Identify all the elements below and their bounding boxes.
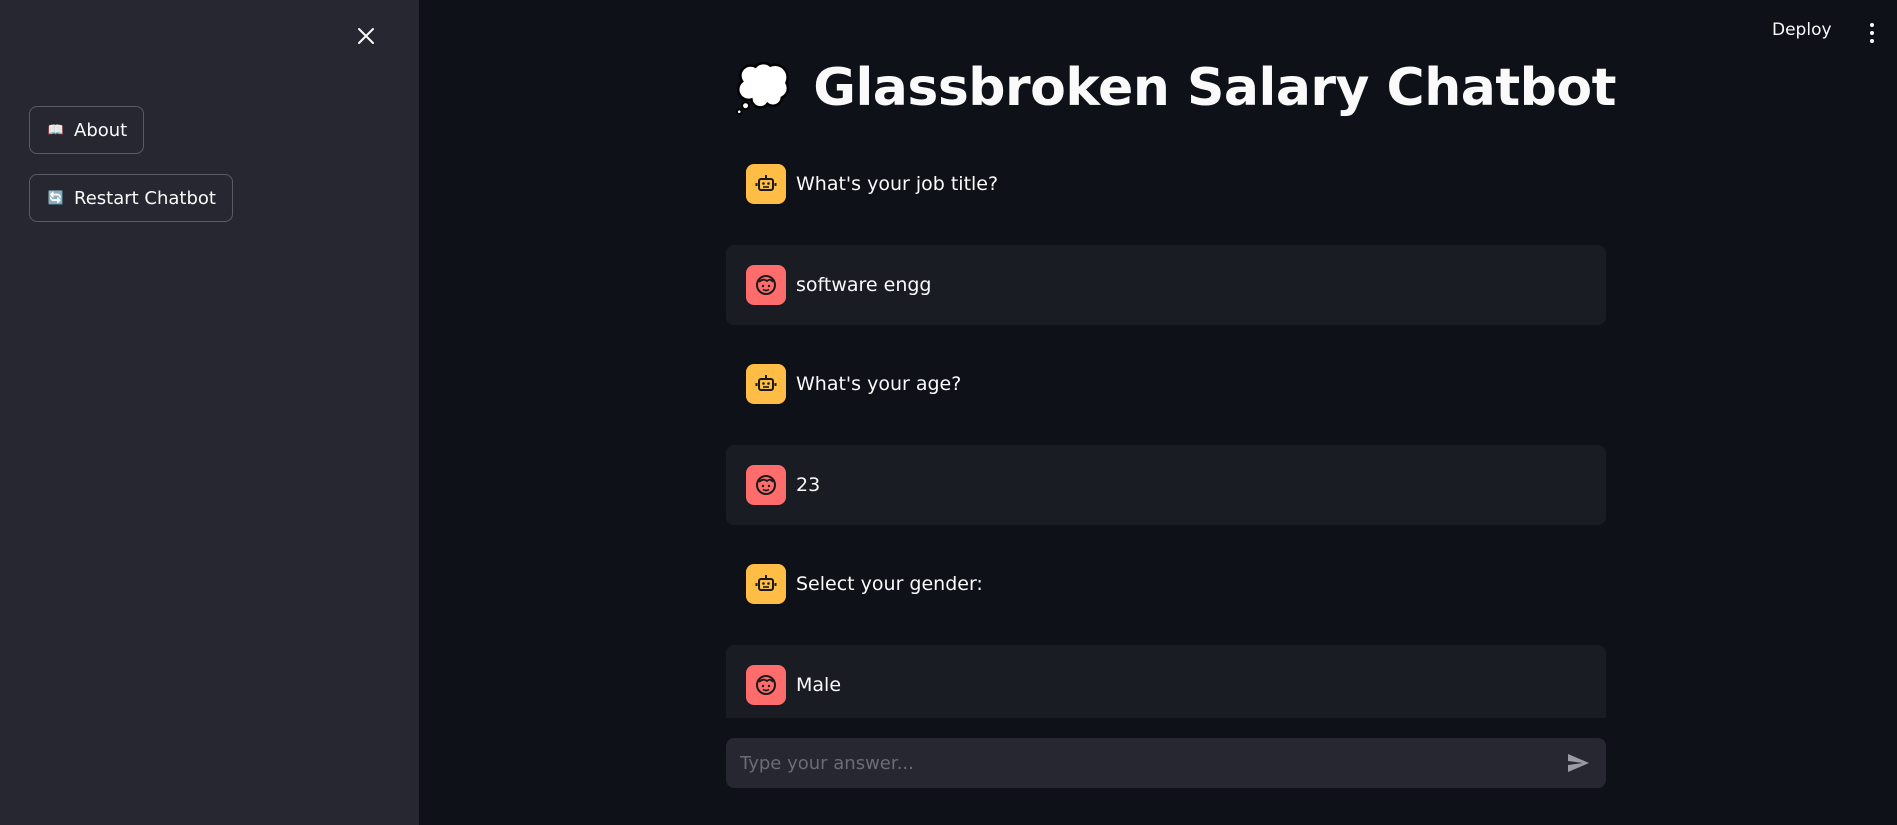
chat-message-user: 23 (726, 445, 1606, 525)
bot-avatar-icon (746, 164, 786, 204)
main-menu-button[interactable] (1862, 20, 1882, 46)
thought-balloon-icon: 💭 (734, 60, 792, 115)
message-text: What's your age? (796, 373, 962, 395)
message-text: Select your gender: (796, 573, 983, 595)
message-text: Male (796, 674, 842, 696)
chat-input-container (726, 738, 1606, 788)
message-text: What's your job title? (796, 173, 999, 195)
user-avatar-icon (746, 465, 786, 505)
send-button[interactable] (1562, 747, 1594, 779)
page-title: Glassbroken Salary Chatbot (813, 58, 1616, 118)
close-sidebar-button[interactable] (352, 22, 380, 50)
page-title-row: 💭 Glassbroken Salary Chatbot (734, 58, 1616, 118)
chat-message-assistant: Select your gender: (726, 544, 1606, 624)
chat-message-assistant: What's your age? (726, 344, 1606, 424)
restart-chatbot-button[interactable]: 🔄 Restart Chatbot (29, 174, 233, 222)
user-avatar-icon (746, 665, 786, 705)
message-text: software engg (796, 274, 932, 296)
chat-input[interactable] (738, 751, 1562, 775)
bot-avatar-icon (746, 564, 786, 604)
book-icon: 📖 (47, 122, 65, 138)
message-text: 23 (796, 474, 821, 496)
about-button-label: About (74, 119, 128, 141)
deploy-button[interactable]: Deploy (1772, 20, 1832, 40)
close-icon (358, 28, 374, 44)
kebab-menu-icon (1870, 23, 1874, 27)
refresh-icon: 🔄 (47, 190, 65, 206)
about-button[interactable]: 📖 About (29, 106, 145, 154)
send-icon (1568, 754, 1589, 772)
chat-message-assistant: What's your job title? (726, 144, 1606, 224)
user-avatar-icon (746, 265, 786, 305)
bot-avatar-icon (746, 364, 786, 404)
chat-message-user: Male (726, 645, 1606, 718)
sidebar: 📖 About 🔄 Restart Chatbot (0, 0, 419, 825)
restart-chatbot-button-label: Restart Chatbot (74, 187, 216, 209)
chat-messages: What's your job title? software engg Wha… (726, 142, 1606, 718)
chat-message-user: software engg (726, 245, 1606, 325)
app: 📖 About 🔄 Restart Chatbot Deploy 💭 Glass… (0, 0, 1897, 825)
